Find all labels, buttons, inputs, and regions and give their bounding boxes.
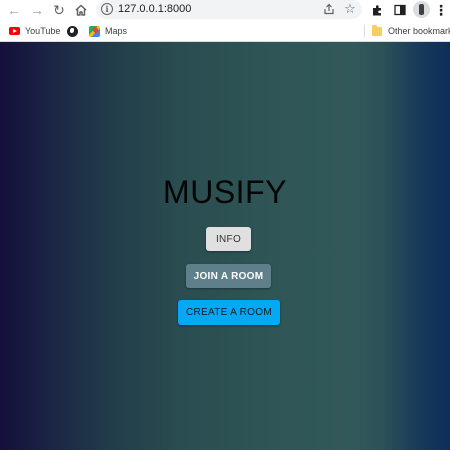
maps-icon [89, 25, 100, 37]
bookmark-label: Maps [105, 26, 128, 36]
side-panel-icon[interactable] [391, 1, 409, 19]
other-bookmarks-label: Other bookmarks [388, 26, 450, 36]
bookmark-maps[interactable]: Maps [89, 24, 127, 38]
star-icon[interactable]: ☆ [342, 1, 358, 17]
puzzle-icon[interactable] [368, 1, 386, 19]
globe-icon [67, 25, 78, 37]
bookmark-label: YouTube [25, 26, 61, 36]
youtube-icon [9, 27, 20, 35]
folder-icon [372, 24, 382, 36]
browser-toolbar: ← → ↻ i 127.0.0.1:8000 ☆ ⋮ [0, 0, 450, 20]
other-bookmarks[interactable]: Other bookmarks [372, 24, 450, 38]
address-bar[interactable]: i 127.0.0.1:8000 ☆ [96, 0, 362, 19]
kebab-menu-icon[interactable]: ⋮ [432, 1, 450, 19]
bookmark-youtube[interactable]: YouTube [9, 24, 60, 38]
arrow-right-icon[interactable]: → [28, 1, 46, 19]
profile-icon[interactable] [413, 1, 430, 18]
info-button[interactable]: INFO [206, 227, 251, 251]
home-icon[interactable] [72, 1, 90, 19]
share-icon[interactable] [321, 1, 337, 17]
info-icon[interactable]: i [101, 3, 113, 15]
url-text[interactable]: 127.0.0.1:8000 [118, 3, 191, 15]
page-content: MUSIFY INFO JOIN A ROOM CREATE A ROOM [0, 42, 450, 450]
bookmarks-separator [364, 25, 365, 37]
bookmarks-bar: YouTube Maps Other bookmarks [0, 20, 450, 42]
page-title: MUSIFY [163, 174, 287, 210]
reload-icon[interactable]: ↻ [50, 1, 68, 19]
create-room-button[interactable]: CREATE A ROOM [178, 300, 280, 325]
bookmark-globe[interactable] [67, 24, 78, 38]
join-room-button[interactable]: JOIN A ROOM [186, 264, 271, 288]
arrow-left-icon[interactable]: ← [5, 1, 23, 19]
